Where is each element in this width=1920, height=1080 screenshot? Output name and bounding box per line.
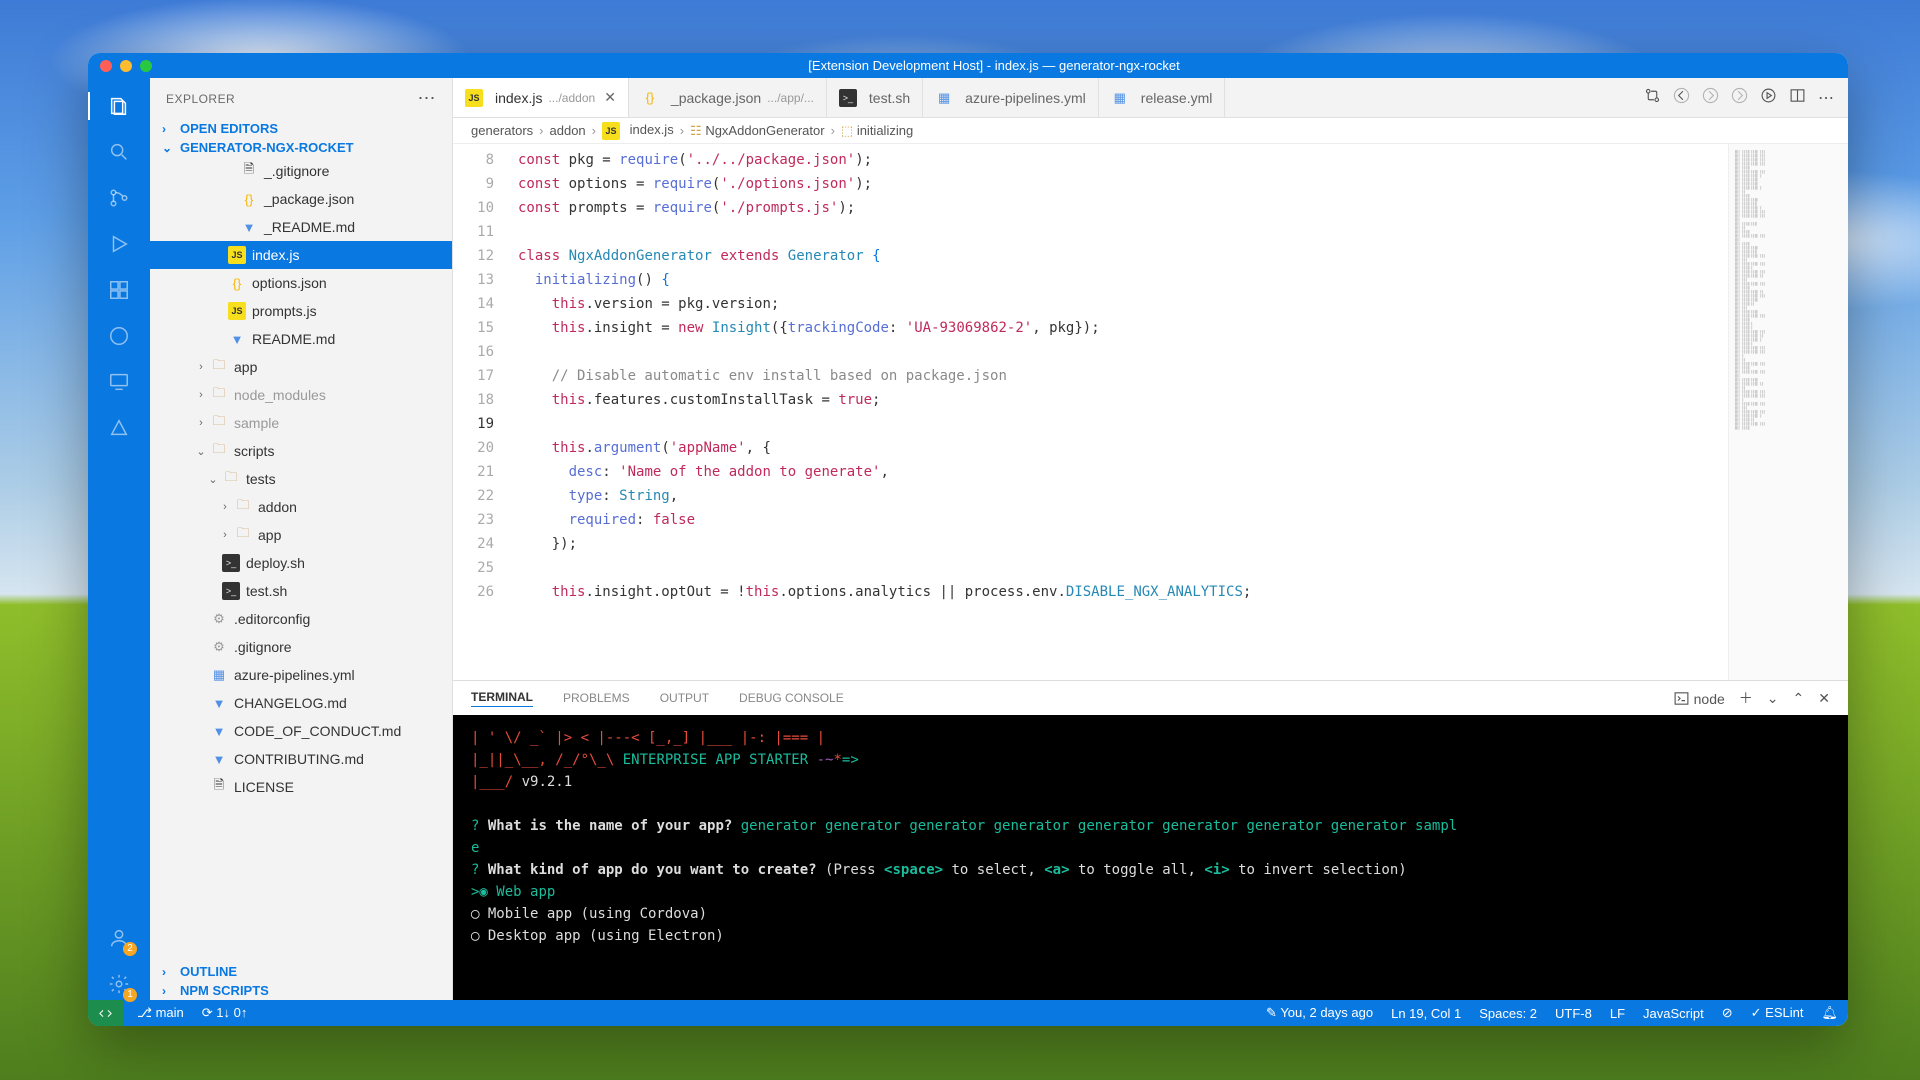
git-compare-icon[interactable]	[1644, 87, 1661, 109]
minimap[interactable]: █▌▌ ▌▌▌█ ▌▌█▌ ▌▌▌█▌▌ ▌▌▌█ ▌▌█▌ ▌▌▌█▌▌ ▌▌…	[1728, 144, 1848, 680]
vscode-window: [Extension Development Host] - index.js …	[88, 53, 1848, 1026]
tree-item[interactable]: ›🗀app	[150, 521, 452, 549]
zoom-window-icon[interactable]	[140, 60, 152, 72]
minimize-window-icon[interactable]	[120, 60, 132, 72]
github-icon[interactable]	[103, 320, 135, 352]
tree-item[interactable]: {}_package.json	[150, 185, 452, 213]
tree-item[interactable]: ▼_README.md	[150, 213, 452, 241]
tree-item[interactable]: ⌄🗀scripts	[150, 437, 452, 465]
accounts-icon[interactable]: 2	[103, 922, 135, 954]
sidebar-header: EXPLORER⋯	[150, 78, 452, 119]
nav-back-icon[interactable]	[1673, 87, 1690, 109]
nav-fwd-icon[interactable]	[1731, 87, 1748, 109]
editor-tabs: JSindex.js.../addon✕{}_package.json.../a…	[453, 78, 1848, 118]
more-icon[interactable]: ⋯	[418, 88, 436, 109]
tree-item[interactable]: ›🗀addon	[150, 493, 452, 521]
run-debug-icon[interactable]	[103, 228, 135, 260]
language-mode[interactable]: JavaScript	[1643, 1006, 1704, 1021]
tree-item[interactable]: ›🗀app	[150, 353, 452, 381]
eol[interactable]: LF	[1610, 1006, 1625, 1021]
editor-tab[interactable]: ▦release.yml	[1099, 78, 1226, 117]
panel-tab[interactable]: PROBLEMS	[563, 691, 630, 705]
sync-indicator[interactable]: ⟳ 1↓ 0↑	[202, 1005, 248, 1021]
panel-tab[interactable]: OUTPUT	[660, 691, 709, 705]
editor-tab[interactable]: >_test.sh	[827, 78, 923, 117]
tree-item[interactable]: ▼CONTRIBUTING.md	[150, 745, 452, 773]
editor-tab[interactable]: {}_package.json.../app/...	[629, 78, 827, 117]
close-icon: ✕	[601, 89, 616, 106]
panel-tabs: TERMINAL PROBLEMS OUTPUT DEBUG CONSOLE node…	[453, 681, 1848, 715]
code-area[interactable]: const pkg = require('../../package.json'…	[508, 144, 1728, 680]
activity-bar: 2 1	[88, 78, 150, 1000]
tree-item[interactable]: {}options.json	[150, 269, 452, 297]
indentation[interactable]: Spaces: 2	[1479, 1006, 1537, 1021]
tree-item[interactable]: >_deploy.sh	[150, 549, 452, 577]
git-blame[interactable]: ✎ You, 2 days ago	[1266, 1005, 1373, 1021]
nav-fwd-icon[interactable]	[1702, 87, 1719, 109]
file-tree: 🗎_.gitignore{}_package.json▼_README.mdJS…	[150, 157, 452, 962]
new-terminal-icon[interactable]: ＋	[1739, 688, 1753, 708]
breadcrumb[interactable]: generators›addon›JS index.js›☷ NgxAddonG…	[453, 118, 1848, 144]
sidebar: EXPLORER⋯ ›OPEN EDITORS ⌄GENERATOR-NGX-R…	[150, 78, 453, 1000]
panel-tab[interactable]: TERMINAL	[471, 690, 533, 707]
titlebar: [Extension Development Host] - index.js …	[88, 53, 1848, 78]
tree-item[interactable]: ›🗀node_modules	[150, 381, 452, 409]
eslint-status[interactable]: ✓ ESLint	[1751, 1005, 1804, 1021]
tree-item[interactable]: JSindex.js	[150, 241, 452, 269]
search-icon[interactable]	[103, 136, 135, 168]
section-npm-scripts[interactable]: ›NPM SCRIPTS	[150, 981, 452, 1000]
section-open-editors[interactable]: ›OPEN EDITORS	[150, 119, 452, 138]
status-bar: ⎇ main ⟳ 1↓ 0↑ ✎ You, 2 days ago Ln 19, …	[88, 1000, 1848, 1026]
explorer-icon[interactable]	[103, 90, 135, 122]
tree-item[interactable]: 🗎LICENSE	[150, 773, 452, 801]
prettier-status[interactable]: ⊘	[1722, 1005, 1733, 1021]
close-panel-icon[interactable]: ✕	[1818, 690, 1830, 707]
tree-item[interactable]: ⌄🗀tests	[150, 465, 452, 493]
tree-item[interactable]: ▼CHANGELOG.md	[150, 689, 452, 717]
encoding[interactable]: UTF-8	[1555, 1006, 1592, 1021]
window-title: [Extension Development Host] - index.js …	[152, 58, 1836, 73]
tree-item[interactable]: 🗎_.gitignore	[150, 157, 452, 185]
editor-tab[interactable]: ▦azure-pipelines.yml	[923, 78, 1099, 117]
remote-indicator[interactable]	[88, 1000, 123, 1026]
maximize-panel-icon[interactable]: ⌃	[1793, 690, 1805, 707]
tree-item[interactable]: ⚙.editorconfig	[150, 605, 452, 633]
tree-item[interactable]: JSprompts.js	[150, 297, 452, 325]
cursor-position[interactable]: Ln 19, Col 1	[1391, 1006, 1461, 1021]
editor: 891011121314151617181920212223242526 con…	[453, 144, 1848, 680]
editor-tab[interactable]: JSindex.js.../addon✕	[453, 78, 629, 117]
notifications-icon[interactable]: 🔔︎	[1821, 1005, 1838, 1021]
source-control-icon[interactable]	[103, 182, 135, 214]
panel: TERMINAL PROBLEMS OUTPUT DEBUG CONSOLE node…	[453, 680, 1848, 1000]
split-editor-icon[interactable]	[1789, 87, 1806, 109]
terminal-shell[interactable]: node	[1673, 690, 1725, 707]
extensions-icon[interactable]	[103, 274, 135, 306]
gutter: 891011121314151617181920212223242526	[453, 144, 508, 680]
terminal[interactable]: | ' \/ _` |> < |---< [_,_] |___ |-: |===…	[453, 715, 1848, 1000]
tree-item[interactable]: ▼CODE_OF_CONDUCT.md	[150, 717, 452, 745]
more-icon[interactable]: ⋯	[1818, 88, 1834, 108]
tree-item[interactable]: ⚙.gitignore	[150, 633, 452, 661]
tree-item[interactable]: ▼README.md	[150, 325, 452, 353]
settings-icon[interactable]: 1	[103, 968, 135, 1000]
branch-indicator[interactable]: ⎇ main	[137, 1005, 184, 1021]
section-folder[interactable]: ⌄GENERATOR-NGX-ROCKET	[150, 138, 452, 157]
azure-icon[interactable]	[103, 412, 135, 444]
tree-item[interactable]: ▦azure-pipelines.yml	[150, 661, 452, 689]
close-window-icon[interactable]	[100, 60, 112, 72]
section-outline[interactable]: ›OUTLINE	[150, 962, 452, 981]
tree-item[interactable]: ›🗀sample	[150, 409, 452, 437]
run-icon[interactable]	[1760, 87, 1777, 109]
terminal-dropdown-icon[interactable]: ⌄	[1767, 690, 1779, 707]
panel-tab[interactable]: DEBUG CONSOLE	[739, 691, 844, 705]
remote-explorer-icon[interactable]	[103, 366, 135, 398]
tree-item[interactable]: >_test.sh	[150, 577, 452, 605]
